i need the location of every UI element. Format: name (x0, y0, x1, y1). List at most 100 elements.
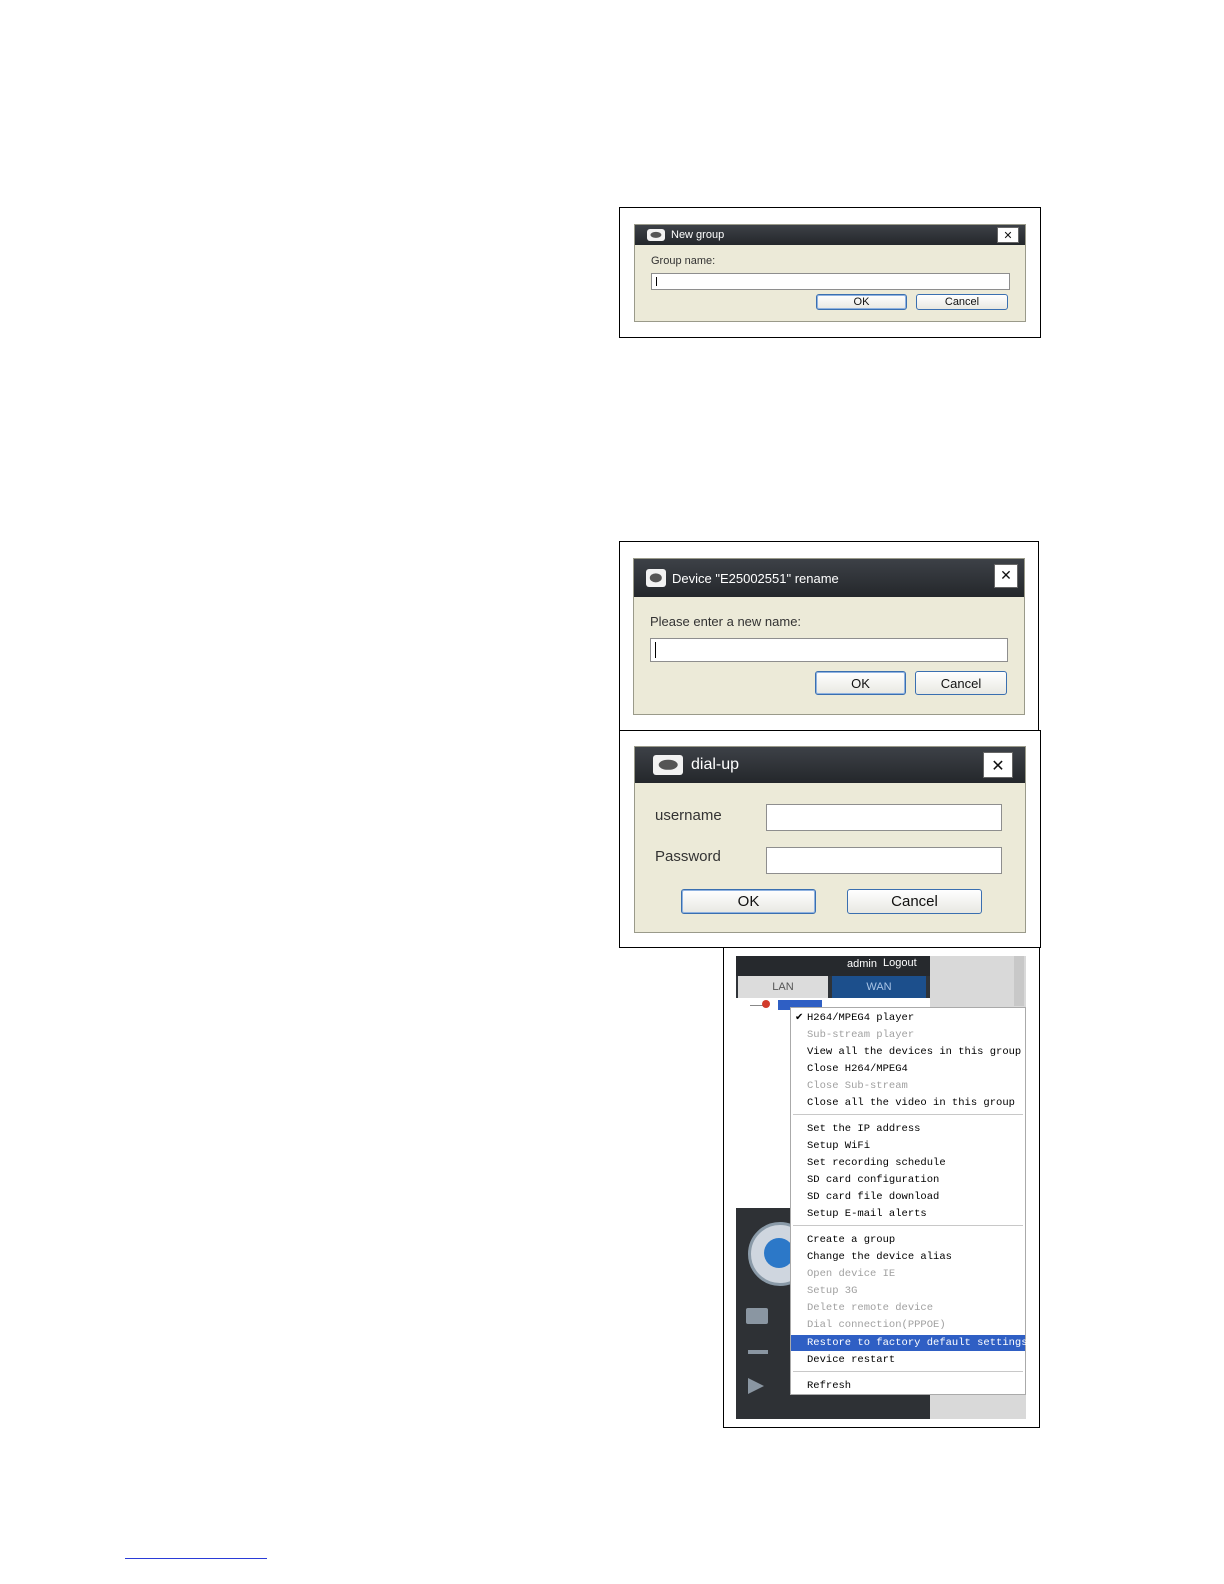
logout-link[interactable]: Logout (883, 957, 917, 969)
swap-arrows-icon[interactable] (748, 1350, 768, 1354)
menu-separator (793, 1114, 1023, 1115)
menu-item-label: Close H264/MPEG4 (807, 1063, 908, 1075)
new-name-label: Please enter a new name: (650, 614, 802, 629)
cancel-button[interactable]: Cancel (916, 294, 1008, 310)
menu-item-close-all-video[interactable]: Close all the video in this group (791, 1095, 1025, 1111)
ok-button[interactable]: OK (816, 294, 907, 310)
tab-lan-label: LAN (772, 981, 794, 993)
app-logo-icon (646, 569, 666, 587)
menu-item-label: Close Sub-stream (807, 1080, 908, 1092)
camera-device-icon[interactable] (762, 1000, 770, 1008)
app-logo-icon (647, 229, 665, 241)
menu-item-label: Set recording schedule (807, 1157, 946, 1169)
cancel-button-label: Cancel (891, 893, 938, 910)
dialup-dialog: dial-up ✕ username Password OK Cancel (634, 746, 1026, 933)
menu-item-refresh[interactable]: Refresh (791, 1378, 1025, 1394)
ok-button[interactable]: OK (681, 889, 816, 914)
tab-lan[interactable]: LAN (738, 976, 828, 998)
new-group-screenshot-frame: New group ✕ Group name: OK Cancel (619, 207, 1041, 338)
checkmark-icon: ✔ (795, 1012, 804, 1023)
close-icon[interactable]: ✕ (997, 227, 1019, 243)
dialup-titlebar[interactable]: dial-up ✕ (635, 747, 1025, 783)
menu-item-label: Restore to factory default settings (807, 1337, 1028, 1349)
close-icon[interactable]: ✕ (983, 752, 1013, 778)
menu-item-close-h264[interactable]: Close H264/MPEG4 (791, 1061, 1025, 1077)
menu-item-sub-stream-player[interactable]: Sub-stream player (791, 1027, 1025, 1043)
footer-link-underline[interactable] (125, 1558, 267, 1559)
menu-item-open-device-ie[interactable]: Open device IE (791, 1266, 1025, 1282)
menu-item-label: SD card file download (807, 1191, 940, 1203)
menu-item-label: Create a group (807, 1234, 896, 1246)
menu-item-label: Device restart (807, 1354, 896, 1366)
rename-screenshot-frame: Device "E25002551" rename ✕ Please enter… (619, 541, 1039, 731)
ok-button-label: OK (853, 296, 870, 308)
ok-button[interactable]: OK (815, 671, 906, 695)
device-context-menu: ✔ H264/MPEG4 player Sub-stream player Vi… (790, 1007, 1028, 1395)
network-tabs: LAN WAN (736, 976, 930, 998)
menu-item-email-alerts[interactable]: Setup E-mail alerts (791, 1206, 1025, 1222)
tab-wan-label: WAN (866, 981, 892, 993)
new-group-dialog: New group ✕ Group name: OK Cancel (634, 224, 1026, 322)
menu-item-label: Sub-stream player (807, 1029, 915, 1041)
menu-item-label: Open device IE (807, 1268, 896, 1280)
menu-item-label: View all the devices in this group (807, 1046, 1022, 1058)
menu-item-label: Setup WiFi (807, 1140, 871, 1152)
password-label: Password (655, 848, 721, 865)
snapshot-camera-icon[interactable] (746, 1308, 768, 1324)
menu-item-sd-card-config[interactable]: SD card configuration (791, 1172, 1025, 1188)
menu-separator (793, 1371, 1023, 1372)
cancel-button-label: Cancel (944, 296, 980, 308)
menu-item-dial-connection[interactable]: Dial connection(PPPOE) (791, 1317, 1025, 1333)
cancel-button[interactable]: Cancel (847, 889, 982, 914)
menu-item-restore-factory-defaults[interactable]: Restore to factory default settings (791, 1335, 1028, 1351)
menu-item-close-sub-stream[interactable]: Close Sub-stream (791, 1078, 1025, 1094)
dialog-title: dial-up (691, 756, 740, 773)
new-name-input[interactable] (650, 638, 1008, 662)
menu-item-view-all-devices[interactable]: View all the devices in this group (791, 1044, 1025, 1060)
menu-item-set-ip-address[interactable]: Set the IP address (791, 1121, 1025, 1137)
menu-item-label: Dial connection(PPPOE) (807, 1319, 946, 1331)
menu-item-label: Set the IP address (807, 1123, 921, 1135)
close-icon[interactable]: ✕ (994, 564, 1018, 588)
menu-item-label: Setup E-mail alerts (807, 1208, 927, 1220)
ok-button-label: OK (851, 675, 870, 691)
app-logo-icon (653, 755, 683, 775)
menu-item-create-group[interactable]: Create a group (791, 1232, 1025, 1248)
menu-item-h264-player[interactable]: ✔ H264/MPEG4 player (791, 1010, 1025, 1026)
rename-titlebar[interactable]: Device "E25002551" rename ✕ (634, 559, 1024, 597)
ok-button-label: OK (737, 893, 760, 910)
new-group-titlebar[interactable]: New group ✕ (635, 225, 1025, 245)
dialog-title: Device "E25002551" rename (672, 570, 839, 586)
scrollbar[interactable] (1014, 956, 1024, 1006)
password-input[interactable] (766, 847, 1002, 874)
menu-item-label: Delete remote device (807, 1302, 934, 1314)
tab-wan[interactable]: WAN (832, 976, 926, 998)
menu-item-device-restart[interactable]: Device restart (791, 1352, 1025, 1368)
menu-item-label: H264/MPEG4 player (807, 1012, 915, 1024)
username-label: username (655, 807, 722, 824)
menu-item-change-alias[interactable]: Change the device alias (791, 1249, 1025, 1265)
menu-item-setup-3g[interactable]: Setup 3G (791, 1283, 1025, 1299)
menu-separator (793, 1225, 1023, 1226)
play-icon[interactable] (748, 1378, 764, 1394)
menu-item-delete-remote-device[interactable]: Delete remote device (791, 1300, 1025, 1316)
menu-item-label: Change the device alias (807, 1251, 952, 1263)
group-name-label: Group name: (651, 255, 716, 267)
cancel-button[interactable]: Cancel (915, 671, 1007, 695)
menu-item-recording-schedule[interactable]: Set recording schedule (791, 1155, 1025, 1171)
dialup-screenshot-frame: dial-up ✕ username Password OK Cancel (619, 730, 1041, 948)
group-name-input[interactable] (651, 273, 1010, 290)
menu-item-setup-wifi[interactable]: Setup WiFi (791, 1138, 1025, 1154)
menu-item-sd-card-download[interactable]: SD card file download (791, 1189, 1025, 1205)
user-bar: admin Logout (736, 956, 930, 976)
cancel-button-label: Cancel (940, 675, 982, 691)
username-text: admin (847, 958, 877, 970)
menu-item-label: Refresh (807, 1380, 852, 1392)
dialog-title: New group (671, 229, 725, 241)
rename-dialog: Device "E25002551" rename ✕ Please enter… (633, 558, 1025, 715)
text-caret (655, 642, 656, 658)
username-input[interactable] (766, 804, 1002, 831)
menu-item-label: Setup 3G (807, 1285, 858, 1297)
text-caret (656, 277, 657, 286)
menu-item-label: SD card configuration (807, 1174, 940, 1186)
